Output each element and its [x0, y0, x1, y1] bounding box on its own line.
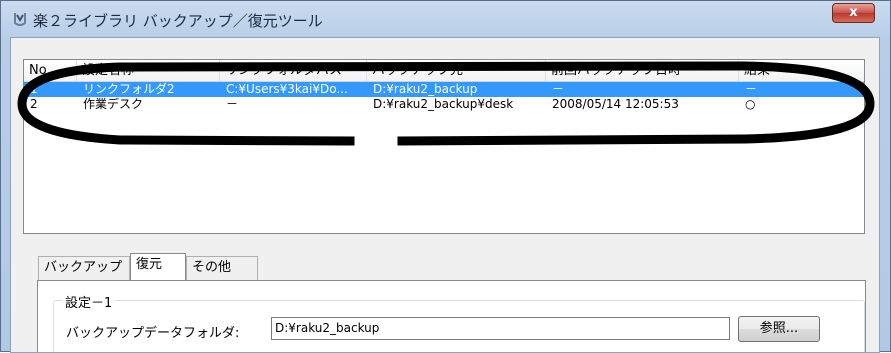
backup-folder-label: バックアップデータフォルダ:: [66, 326, 240, 341]
close-icon: x: [849, 5, 858, 20]
tab-other[interactable]: その他: [186, 256, 258, 280]
cell-name: 作業デスク: [83, 97, 144, 111]
raku2-app-icon: [12, 11, 28, 27]
cell-destination: D:¥raku2_backup: [373, 82, 478, 96]
cell-no: 2: [30, 97, 38, 111]
column-header-link-path[interactable]: リンクフォルダパス: [220, 60, 367, 81]
window-title: 楽２ライブラリ バックアップ／復元ツール: [33, 12, 323, 30]
cell-link-path: －: [226, 97, 239, 111]
settings-group-title: 設定－1: [62, 292, 116, 311]
column-header-name[interactable]: 設定名称: [77, 60, 220, 81]
column-header-destination[interactable]: バックアップ先: [367, 60, 546, 81]
list-header: No 設定名称 リンクフォルダパス バックアップ先 前回バックアップ日時 結果: [24, 60, 864, 82]
list-row[interactable]: 1 リンクフォルダ2 C:¥Users¥3kai¥Do... D:¥raku2_…: [24, 82, 864, 97]
cell-last-backup: －: [552, 82, 565, 96]
column-header-no[interactable]: No: [24, 60, 77, 81]
browse-button[interactable]: 参照...: [738, 316, 820, 342]
title-bar[interactable]: 楽２ライブラリ バックアップ／復元ツール x: [1, 1, 890, 37]
cell-destination: D:¥raku2_backup¥desk: [373, 97, 514, 111]
tab-restore[interactable]: 復元: [130, 253, 186, 280]
close-button[interactable]: x: [832, 3, 875, 23]
backup-folder-field[interactable]: D:¥raku2_backup: [271, 317, 730, 340]
cell-link-path: C:¥Users¥3kai¥Do...: [226, 82, 348, 96]
column-header-last-backup[interactable]: 前回バックアップ日時: [546, 60, 739, 81]
tab-backup[interactable]: バックアップ: [38, 256, 130, 280]
column-header-result[interactable]: 結果: [739, 60, 864, 81]
list-row[interactable]: 2 作業デスク － D:¥raku2_backup¥desk 2008/05/1…: [24, 97, 864, 112]
cell-name: リンクフォルダ2: [83, 82, 175, 96]
cell-result: －: [745, 82, 758, 96]
cell-no: 1: [30, 82, 38, 96]
backup-settings-list[interactable]: No 設定名称 リンクフォルダパス バックアップ先 前回バックアップ日時 結果 …: [23, 59, 865, 234]
cell-last-backup: 2008/05/14 12:05:53: [552, 97, 679, 111]
cell-result: ○: [745, 97, 756, 111]
